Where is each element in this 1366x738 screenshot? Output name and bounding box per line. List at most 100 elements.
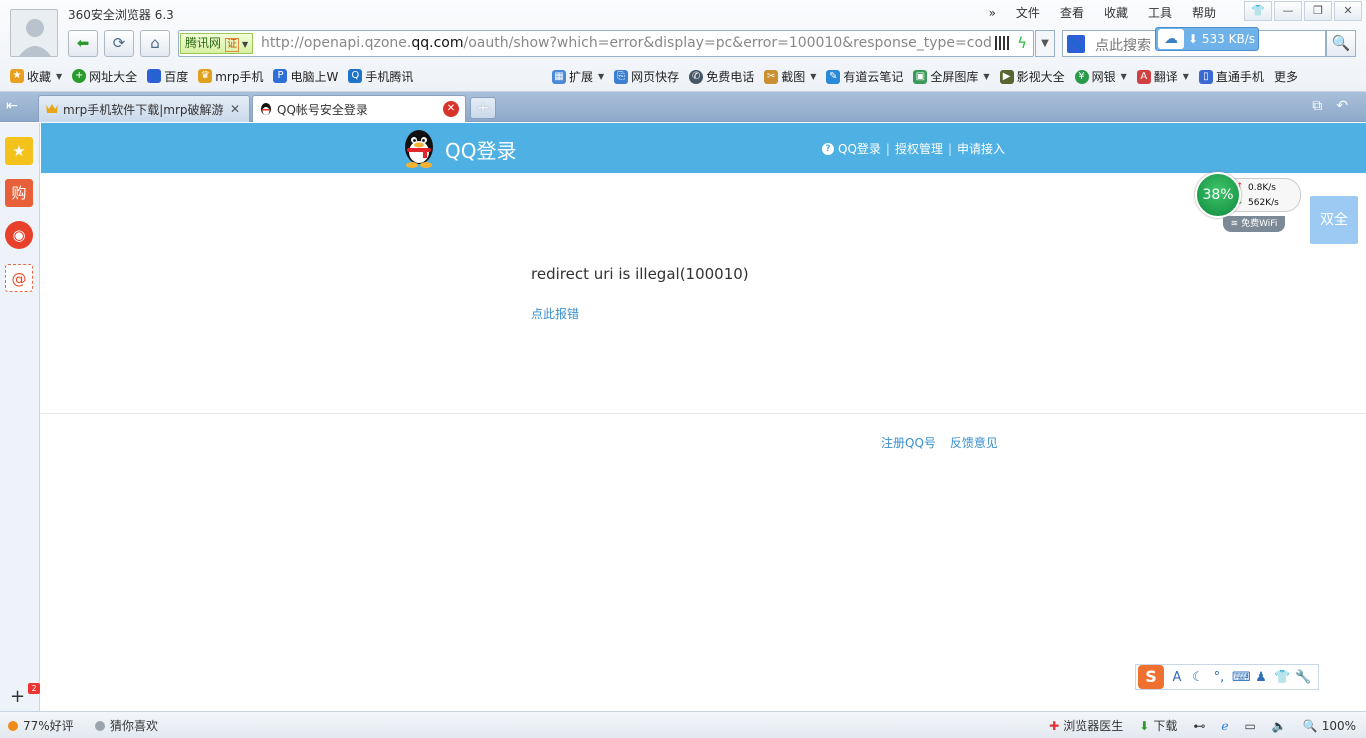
tool-extensions[interactable]: ▦ 扩展 ▼ — [552, 68, 604, 85]
sidebar-toggle-icon[interactable]: ⇤ — [6, 98, 18, 114]
fav-item-collect[interactable]: ★ 收藏 ▼ — [10, 68, 62, 85]
fav-item-mrp[interactable]: ♛ mrp手机 — [198, 68, 263, 85]
menu-expand-icon[interactable]: » — [979, 4, 1006, 22]
url-suffix: /oauth/show?which=error&display=pc&error… — [463, 35, 992, 51]
fav-item-nav[interactable]: + 网址大全 — [72, 68, 137, 85]
close-icon[interactable]: ✕ — [227, 101, 243, 117]
sogou-logo-icon[interactable]: S — [1138, 665, 1164, 689]
download-icon: ⬇ — [1139, 718, 1150, 733]
download-speed-widget[interactable]: ☁ ⬇ 533 KB/s — [1155, 27, 1259, 51]
fav-item-pcw[interactable]: P 电脑上W — [273, 68, 338, 85]
tool-label: 有道云笔记 — [843, 70, 904, 84]
url-text[interactable]: http://openapi.qzone.qq.com/oauth/show?w… — [261, 35, 991, 51]
tool-video[interactable]: ▶ 影视大全 — [999, 68, 1065, 85]
tool-screenshot[interactable]: ✂ 截图 ▼ — [764, 68, 816, 85]
tab-qq-login[interactable]: QQ帐号安全登录 ✕ — [252, 95, 466, 122]
browser-doctor[interactable]: ✚ 浏览器医生 — [1049, 717, 1123, 734]
address-dropdown-button[interactable]: ▼ — [1035, 30, 1055, 57]
download-manager[interactable]: ⬇ 下载 — [1139, 717, 1177, 734]
qr-code-icon[interactable] — [995, 36, 1009, 50]
window-title: 360安全浏览器 6.3 — [68, 8, 174, 22]
report-error-link[interactable]: 点此报错 — [531, 305, 579, 322]
volume-icon[interactable]: 🔈 — [1272, 719, 1287, 733]
restore-button[interactable]: ❐ — [1304, 1, 1332, 21]
user-icon[interactable]: ♟ — [1253, 670, 1269, 685]
speed-mode-icon[interactable]: ϟ — [1017, 34, 1027, 52]
nav-icon: + — [72, 69, 87, 83]
fav-item-baidu[interactable]: 🐾 百度 — [147, 68, 188, 85]
skin-icon[interactable]: 👕 — [1244, 1, 1272, 21]
refresh-button[interactable]: ⟳ — [104, 30, 134, 57]
tool-translate[interactable]: A 翻译 ▼ — [1136, 68, 1189, 85]
mail-icon[interactable]: @ — [5, 264, 33, 292]
help-icon: ? — [822, 142, 834, 155]
tool-gallery[interactable]: ▣ 全屏图库 ▼ — [913, 68, 990, 85]
nav-apply-access[interactable]: 申请接入 — [957, 140, 1005, 157]
menu-favorites[interactable]: 收藏 — [1094, 4, 1138, 22]
back-button[interactable]: ⬅ — [68, 30, 98, 57]
weibo-icon[interactable]: ◉ — [5, 221, 33, 249]
zoom-level: 100% — [1321, 718, 1356, 733]
mrp-icon — [46, 104, 58, 113]
url-prefix: http://openapi.qzone. — [261, 35, 412, 51]
close-button[interactable]: ✕ — [1334, 1, 1362, 21]
keyboard-icon[interactable]: ⌨ — [1232, 670, 1251, 685]
fav-item-qq-mobile[interactable]: Q 手机腾讯 — [348, 68, 413, 85]
user-avatar[interactable] — [10, 9, 58, 57]
download-rate: 562K/s — [1248, 198, 1279, 208]
rating-item[interactable]: 77%好评 — [8, 717, 74, 734]
wrench-icon[interactable]: 🔧 — [1295, 670, 1311, 685]
zoom-control[interactable]: 🔍 100% — [1303, 719, 1356, 733]
window-icon[interactable]: ▭ — [1244, 719, 1255, 733]
page-content: QQ登录 ? QQ登录 | 授权管理 | 申请接入 redirect uri i… — [41, 123, 1366, 711]
tab-mrp[interactable]: mrp手机软件下载|mrp破解游 ✕ — [38, 95, 250, 122]
new-tab-button[interactable]: + — [470, 97, 496, 119]
qq-penguin-logo — [405, 130, 433, 168]
nav-qq-login[interactable]: QQ登录 — [838, 140, 881, 157]
tool-phone-link[interactable]: ▯ 直通手机 — [1198, 68, 1264, 85]
minimize-button[interactable]: — — [1274, 1, 1302, 21]
glasses-icon[interactable]: ⊷ — [1193, 719, 1205, 733]
search-input[interactable]: 点此搜索 — [1095, 35, 1151, 55]
menu-tools[interactable]: 工具 — [1138, 4, 1182, 22]
shopping-icon[interactable]: 购 — [5, 179, 33, 207]
site-identity-badge[interactable]: 腾讯网证 ▼ — [180, 33, 254, 54]
search-button[interactable]: 🔍 — [1326, 30, 1356, 57]
tab-label: mrp手机软件下载|mrp破解游 — [63, 102, 224, 117]
tool-more[interactable]: 更多 — [1274, 68, 1298, 85]
nav-auth-manage[interactable]: 授权管理 — [895, 140, 943, 157]
restore-tab-icon[interactable]: ⧉ — [1312, 98, 1322, 114]
register-qq-link[interactable]: 注册QQ号 — [881, 434, 936, 451]
baidu-engine-icon[interactable]: 🐾 — [1067, 35, 1085, 53]
address-bar[interactable]: 腾讯网证 ▼ http://openapi.qzone.qq.com/oauth/… — [178, 30, 1034, 57]
menu-file[interactable]: 文件 — [1006, 4, 1050, 22]
punctuation-icon[interactable]: °, — [1211, 670, 1227, 685]
menu-help[interactable]: 帮助 — [1182, 4, 1226, 22]
feedback-link[interactable]: 反馈意见 — [950, 434, 998, 451]
free-wifi-label[interactable]: ≋ 免费WiFi — [1223, 216, 1285, 232]
tool-bank[interactable]: ¥ 网银 ▼ — [1074, 68, 1127, 85]
tool-phone[interactable]: ✆ 免费电话 — [689, 68, 754, 85]
pc-w-icon: P — [273, 69, 288, 83]
tool-page-save[interactable]: ⎘ 网页快存 — [614, 68, 679, 85]
moon-icon[interactable]: ☾ — [1190, 670, 1206, 685]
skin-shirt-icon[interactable]: 👕 — [1274, 670, 1290, 685]
tool-note[interactable]: ✎ 有道云笔记 — [826, 68, 903, 85]
phone-icon: ✆ — [689, 69, 704, 84]
dual-core-icon[interactable]: 双全 — [1310, 196, 1358, 244]
memory-percent: 38% — [1195, 172, 1241, 218]
back-arrow-icon: ⬅ — [76, 34, 90, 52]
fav-label: 电脑上W — [290, 69, 339, 84]
ime-language-icon[interactable]: A — [1169, 670, 1185, 685]
star-icon[interactable]: ★ — [5, 137, 33, 165]
home-button[interactable]: ⌂ — [140, 30, 170, 57]
guess-item[interactable]: 猜你喜欢 — [95, 717, 158, 734]
ie-icon[interactable]: ℯ — [1221, 719, 1228, 733]
network-monitor-widget[interactable]: ↑ 0.8K/s ↓ 562K/s 38% ≋ 免费WiFi — [1195, 172, 1303, 234]
add-sidebar-icon[interactable]: + — [10, 686, 25, 707]
favorites-left: ★ 收藏 ▼ + 网址大全 🐾 百度 ♛ mrp手机 P 电脑上W Q 手机腾讯 — [10, 68, 423, 85]
close-icon[interactable]: ✕ — [443, 101, 459, 117]
undo-close-icon[interactable]: ↶ — [1336, 98, 1348, 114]
menu-view[interactable]: 查看 — [1050, 4, 1094, 22]
fav-label: mrp手机 — [215, 69, 264, 84]
